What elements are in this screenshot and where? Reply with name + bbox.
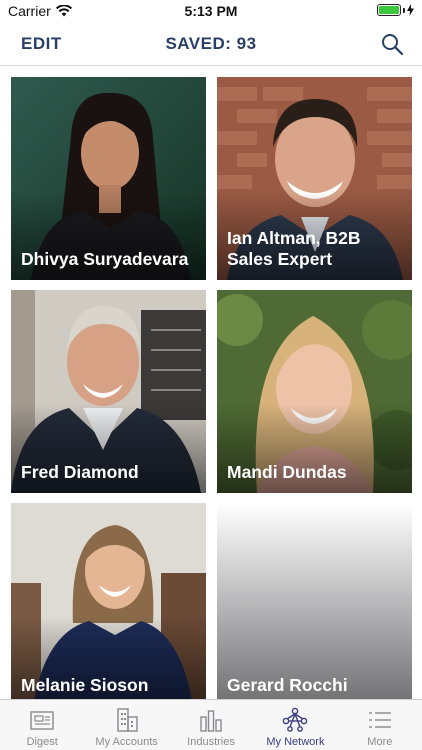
accounts-icon [116, 708, 138, 732]
digest-icon [30, 711, 54, 730]
status-time: 5:13 PM [184, 3, 238, 19]
person-card[interactable]: Fred Diamond [11, 290, 206, 493]
tab-label: Industries [187, 736, 235, 748]
tab-industries[interactable]: Industries [169, 700, 253, 750]
person-card[interactable]: Dhivya Suryadevara [11, 77, 206, 280]
battery-indicator [377, 4, 414, 16]
status-bar: Carrier 5:13 PM [0, 0, 422, 22]
person-name: Ian Altman, B2B Sales Expert [227, 228, 361, 269]
person-card[interactable]: Ian Altman, B2B Sales Expert [217, 77, 412, 280]
tab-my-accounts[interactable]: My Accounts [84, 700, 168, 750]
navigation-bar: EDIT SAVED: 93 [0, 22, 422, 66]
search-icon[interactable] [380, 32, 404, 56]
tab-label: Digest [26, 736, 58, 748]
tab-label: More [367, 736, 393, 748]
person-name: Melanie Sioson [21, 675, 149, 695]
tab-digest[interactable]: Digest [0, 700, 84, 750]
person-photo-placeholder [217, 503, 412, 699]
person-card[interactable]: Melanie Sioson [11, 503, 206, 699]
network-icon [283, 707, 308, 732]
person-name: Dhivya Suryadevara [21, 249, 189, 269]
person-name: Fred Diamond [21, 462, 139, 482]
page-title: SAVED: 93 [165, 34, 257, 53]
tab-label: My Accounts [95, 736, 158, 748]
tab-more[interactable]: More [338, 700, 422, 750]
edit-button[interactable]: EDIT [21, 34, 62, 54]
saved-people-grid: Dhivya Suryadevara Ian Altman, B2B Sales… [0, 67, 422, 699]
person-card[interactable]: Mandi Dundas [217, 290, 412, 493]
tab-label: My Network [266, 736, 325, 748]
battery-icon [377, 4, 401, 16]
more-icon [368, 712, 391, 728]
charging-bolt-icon [407, 4, 414, 16]
person-name: Gerard Rocchi [227, 675, 348, 695]
tab-my-network[interactable]: My Network [253, 700, 337, 750]
person-card[interactable]: Gerard Rocchi [217, 503, 412, 699]
industries-icon [200, 710, 222, 732]
tab-bar: Digest My Accounts Industries My Network… [0, 699, 422, 750]
battery-fill [379, 6, 399, 14]
person-name: Mandi Dundas [227, 462, 347, 482]
